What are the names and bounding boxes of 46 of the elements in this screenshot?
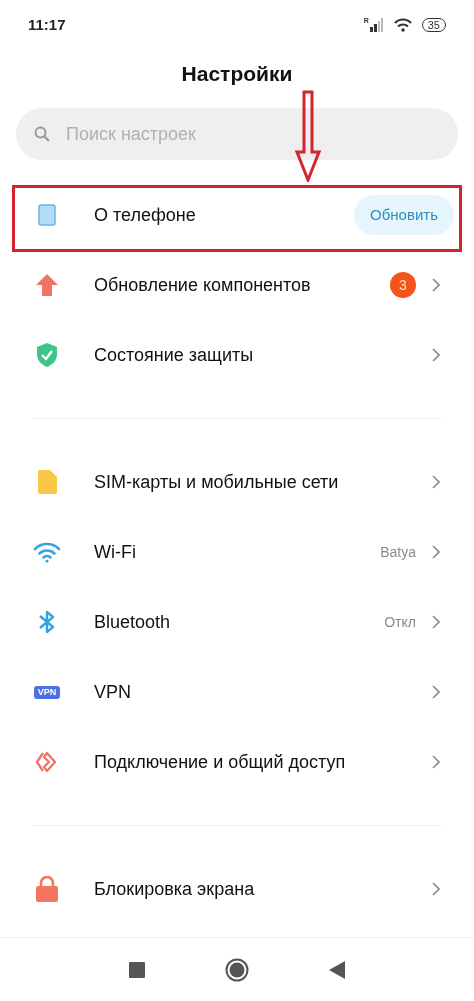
row-label: VPN	[94, 680, 132, 704]
bluetooth-icon	[37, 609, 57, 635]
search-icon	[34, 126, 50, 142]
chevron-right-icon	[432, 545, 440, 559]
wifi-icon	[33, 541, 61, 563]
row-label: Подключение и общий доступ	[94, 750, 347, 774]
chevron-right-icon	[432, 475, 440, 489]
count-badge: 3	[390, 272, 416, 298]
phone-icon	[38, 204, 56, 226]
vpn-icon: VPN	[33, 685, 61, 699]
chevron-right-icon	[432, 348, 440, 362]
chevron-right-icon	[432, 685, 440, 699]
back-icon[interactable]	[329, 960, 345, 979]
settings-row[interactable]: Bluetooth Откл	[0, 587, 474, 657]
chevron-right-icon	[432, 278, 440, 292]
settings-row[interactable]: Состояние защиты	[0, 320, 474, 390]
settings-row[interactable]: О телефоне Обновить	[0, 180, 474, 250]
row-label: Блокировка экрана	[94, 877, 256, 901]
status-time: 11:17	[28, 14, 66, 35]
shield-check-icon	[36, 342, 58, 368]
row-label: О телефоне	[94, 203, 197, 227]
up-arrow-icon	[35, 273, 59, 297]
page-title: Настройки	[180, 61, 294, 87]
row-label: Обновление компонентов	[94, 273, 312, 297]
settings-row[interactable]: SIM-карты и мобильные сети	[0, 447, 474, 517]
signal-icon	[369, 18, 384, 32]
home-icon[interactable]	[225, 957, 249, 982]
settings-row[interactable]: Подключение и общий доступ	[0, 727, 474, 797]
row-value: Откл	[384, 612, 416, 632]
row-label: SIM-карты и мобильные сети	[94, 470, 340, 494]
sim-card-icon	[36, 469, 58, 495]
row-label: Wi-Fi	[94, 540, 137, 564]
row-label: Состояние защиты	[94, 343, 255, 367]
search-field[interactable]: Поиск настроек	[16, 108, 458, 160]
settings-row[interactable]: VPN VPN	[0, 657, 474, 727]
wifi-status-icon	[393, 18, 412, 32]
settings-row[interactable]: Блокировка экрана	[0, 854, 474, 924]
settings-row[interactable]: Wi-Fi Batya	[0, 517, 474, 587]
lock-icon	[35, 876, 59, 902]
settings-row[interactable]: Обновление компонентов 3	[0, 250, 474, 320]
recents-icon[interactable]	[129, 961, 145, 978]
row-value: Batya	[380, 542, 416, 562]
chevron-right-icon	[432, 882, 440, 896]
row-label: Bluetooth	[94, 610, 172, 634]
chevron-right-icon	[432, 755, 440, 769]
chevron-right-icon	[432, 615, 440, 629]
